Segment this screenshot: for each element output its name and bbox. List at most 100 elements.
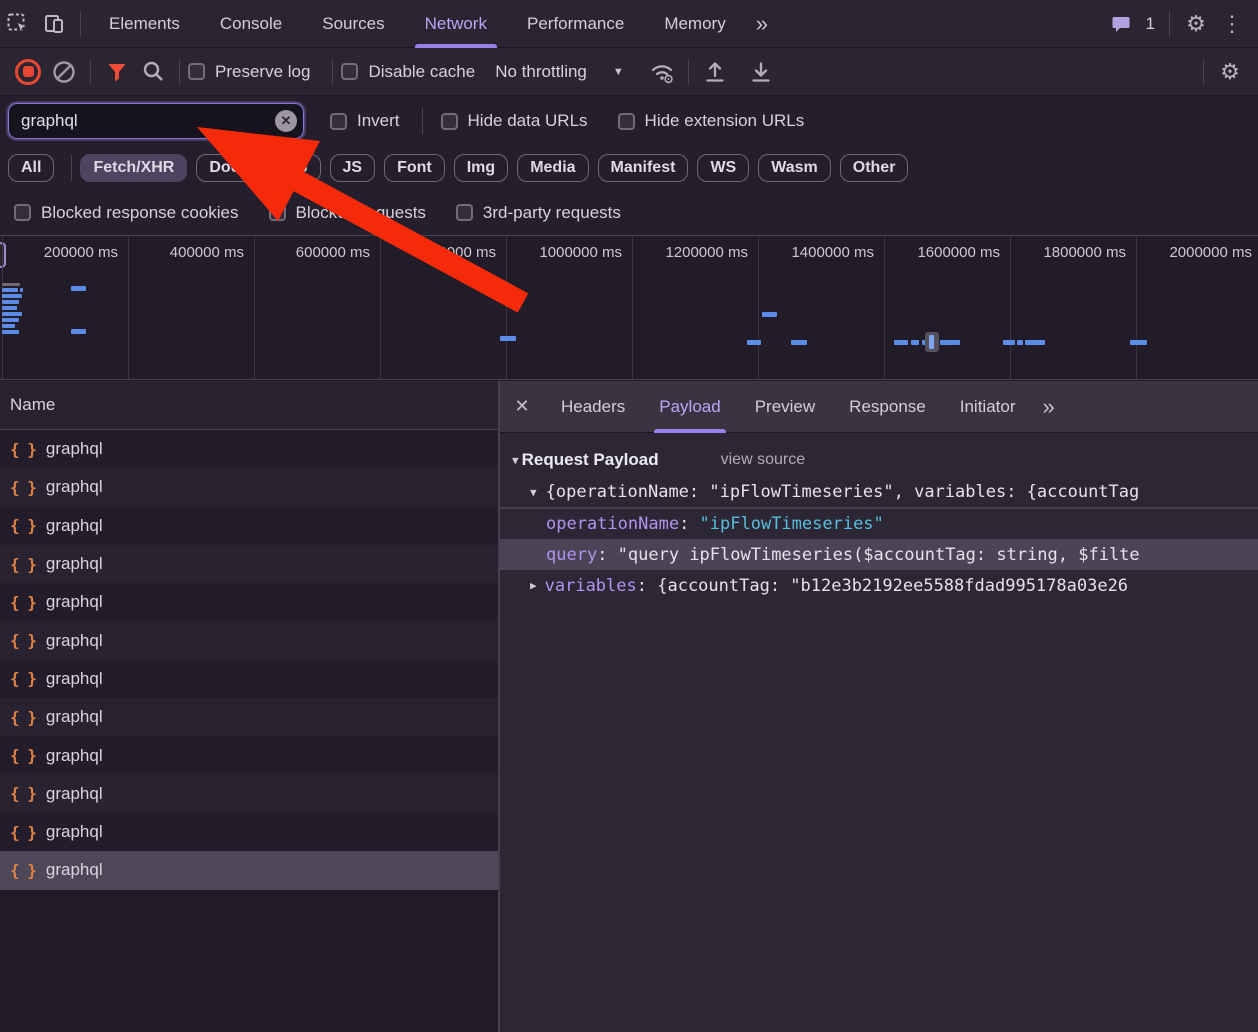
fetch-xhr-icon: { } <box>10 860 37 880</box>
timeline-request-mark <box>2 312 22 316</box>
clear-network-log-icon[interactable] <box>46 55 82 89</box>
request-row[interactable]: { } graphql <box>0 430 498 469</box>
tab-sources[interactable]: Sources <box>302 0 404 48</box>
chip-media[interactable]: Media <box>517 154 589 182</box>
chip-css[interactable]: CSS <box>261 154 321 182</box>
timeline-tick-label: 200000 ms <box>43 244 118 261</box>
request-row[interactable]: { } graphql <box>0 468 498 507</box>
details-tab-headers[interactable]: Headers <box>544 381 642 433</box>
chip-manifest[interactable]: Manifest <box>597 154 689 182</box>
fetch-xhr-icon: { } <box>10 784 37 804</box>
request-row[interactable]: { } graphql <box>0 659 498 699</box>
chip-js[interactable]: JS <box>329 154 376 182</box>
payload-row-operationName[interactable]: operationName: "ipFlowTimeseries" <box>500 508 1258 539</box>
timeline-tick-label: 2000000 ms <box>1169 244 1252 261</box>
view-source-link[interactable]: view source <box>721 451 805 469</box>
request-name: graphql <box>45 554 103 574</box>
invert-checkbox[interactable] <box>330 112 347 130</box>
import-har-icon[interactable] <box>697 55 733 89</box>
tab-memory[interactable]: Memory <box>644 0 745 48</box>
chip-fetchxhr[interactable]: Fetch/XHR <box>80 154 188 182</box>
chip-all[interactable]: All <box>8 154 55 182</box>
details-tab-initiator[interactable]: Initiator <box>943 381 1033 433</box>
main-tab-strip: Elements Console Sources Network Performance… <box>89 0 746 48</box>
request-row[interactable]: { } graphql <box>0 698 498 737</box>
throttling-select[interactable]: No throttling ▼ <box>489 62 630 82</box>
network-conditions-icon[interactable] <box>644 55 680 89</box>
expand-triangle-icon[interactable]: ▼ <box>530 486 537 499</box>
more-tabs-icon[interactable]: » <box>746 11 776 37</box>
request-list-pane: Name { } graphql { } graphql { } graphql { } gr… <box>0 381 500 1032</box>
tab-elements[interactable]: Elements <box>89 0 200 48</box>
disable-cache-checkbox[interactable] <box>341 63 359 80</box>
close-details-icon[interactable]: ✕ <box>500 381 544 433</box>
details-tab-payload[interactable]: Payload <box>642 381 737 433</box>
request-row[interactable]: { } graphql <box>0 621 498 660</box>
hide-data-urls-checkbox[interactable] <box>440 112 458 130</box>
payload-row-variables[interactable]: ▶ variables: {accountTag: "b12e3b2192ee55… <box>500 570 1258 601</box>
request-name: graphql <box>45 707 103 727</box>
timeline-request-mark <box>2 288 18 292</box>
network-settings-gear-icon[interactable]: ⚙ <box>1212 55 1248 89</box>
chip-font[interactable]: Font <box>384 154 445 182</box>
expand-triangle-icon[interactable]: ▶ <box>530 579 537 592</box>
request-row[interactable]: { } graphql <box>0 736 498 775</box>
more-details-tabs-icon[interactable]: » <box>1032 394 1062 420</box>
settings-gear-icon[interactable]: ⚙ <box>1178 7 1214 41</box>
filter-input[interactable] <box>6 101 306 141</box>
preserve-log-checkbox[interactable] <box>188 63 205 80</box>
details-tab-preview[interactable]: Preview <box>738 381 832 433</box>
network-overview-timeline[interactable]: 200000 ms 400000 ms 600000 ms 800000 ms 1000… <box>0 235 1258 380</box>
export-har-icon[interactable] <box>743 55 779 89</box>
device-toolbar-icon[interactable] <box>36 7 72 41</box>
request-row[interactable]: { } graphql <box>0 583 498 622</box>
tab-network[interactable]: Network <box>405 0 507 48</box>
resource-type-filter-row: All Fetch/XHR Doc CSS JS Font Img Media Manifest… <box>0 146 1258 190</box>
timeline-request-mark <box>2 283 20 286</box>
payload-value: "ipFlowTimeseries" <box>699 514 884 534</box>
search-icon[interactable] <box>135 55 171 89</box>
divider <box>1169 10 1170 37</box>
payload-panel: ▼ Request Payload view source ▼ {operati… <box>500 433 1258 1032</box>
payload-value: {accountTag: "b12e3b2192ee5588fdad995178… <box>657 575 1129 596</box>
chip-wasm[interactable]: Wasm <box>758 154 831 182</box>
timeline-request-mark <box>71 329 86 334</box>
request-name: graphql <box>45 592 103 612</box>
tab-performance[interactable]: Performance <box>507 0 644 48</box>
3rd-party-requests-checkbox[interactable] <box>455 204 473 221</box>
issues-icon[interactable] <box>1104 7 1140 41</box>
request-rows: { } graphql { } graphql { } graphql { } graphql… <box>0 430 498 890</box>
payload-preview-line[interactable]: ▼ {operationName: "ipFlowTimeseries", va… <box>500 477 1258 508</box>
request-row[interactable]: { } graphql <box>0 544 498 584</box>
request-row[interactable]: { } graphql <box>0 851 498 890</box>
divider <box>179 58 180 85</box>
payload-colon: : <box>679 514 700 534</box>
request-details-pane: ✕ Headers Payload Preview Response Initiator… <box>500 381 1258 1032</box>
blocked-requests-checkbox[interactable] <box>268 204 286 221</box>
issues-count[interactable]: 1 <box>1146 14 1155 34</box>
payload-row-query[interactable]: query: "query ipFlowTimeseries($accountT… <box>500 539 1258 570</box>
chip-other[interactable]: Other <box>839 154 909 182</box>
clear-filter-icon[interactable]: ✕ <box>275 110 297 132</box>
chip-ws[interactable]: WS <box>697 154 750 182</box>
timeline-request-mark <box>20 288 23 292</box>
tab-console[interactable]: Console <box>200 0 302 48</box>
chip-img[interactable]: Img <box>453 154 509 182</box>
network-toolbar: Preserve log Disable cache No throttling… <box>0 48 1258 96</box>
chip-doc[interactable]: Doc <box>196 154 253 182</box>
timeline-request-mark <box>1025 340 1045 345</box>
collapse-triangle-icon[interactable]: ▼ <box>512 454 519 467</box>
blocked-response-cookies-checkbox[interactable] <box>14 204 31 221</box>
details-tab-response[interactable]: Response <box>832 381 943 433</box>
name-column-header[interactable]: Name <box>0 381 498 430</box>
request-row[interactable]: { } graphql <box>0 812 498 852</box>
filter-funnel-icon[interactable] <box>99 55 135 89</box>
timeline-request-mark <box>791 340 807 345</box>
request-row[interactable]: { } graphql <box>0 774 498 813</box>
inspect-element-icon[interactable] <box>0 7 36 41</box>
throttling-value: No throttling <box>495 61 587 81</box>
request-row[interactable]: { } graphql <box>0 506 498 545</box>
kebab-menu-icon[interactable]: ⋮ <box>1214 7 1250 41</box>
hide-extension-urls-checkbox[interactable] <box>617 112 635 130</box>
record-network-log-icon[interactable] <box>10 55 46 89</box>
